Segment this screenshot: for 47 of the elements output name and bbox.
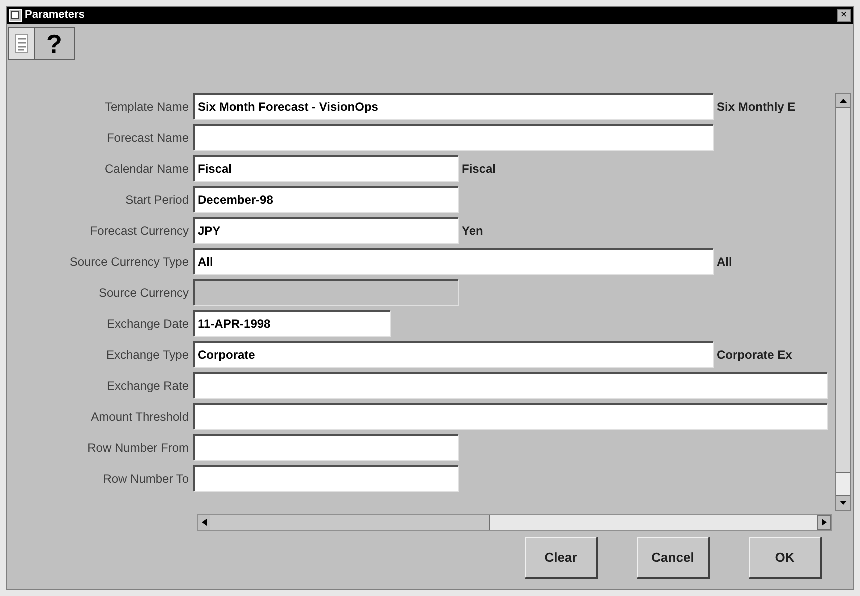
field-description: All (717, 254, 732, 270)
field-label: Source Currency Type (68, 254, 190, 270)
field-label: Amount Threshold (90, 408, 190, 426)
list-icon (14, 34, 28, 54)
field-label: Start Period (124, 192, 190, 208)
field-label: Calendar Name (104, 160, 190, 178)
text-field[interactable]: Six Month Forecast - VisionOps (193, 93, 714, 120)
field-label: Forecast Name (106, 130, 190, 146)
up-arrow-icon (840, 98, 846, 102)
text-field[interactable] (193, 403, 828, 430)
field-label: Forecast Currency (89, 222, 190, 240)
dialog-button[interactable]: OK (749, 537, 822, 579)
close-button[interactable]: × (837, 9, 851, 22)
field-label: Exchange Rate (106, 378, 190, 394)
text-field[interactable] (193, 434, 459, 461)
scrollbar-thumb[interactable] (210, 515, 490, 530)
text-field[interactable]: JPY (193, 217, 459, 244)
dialog-button[interactable]: Cancel (637, 537, 710, 579)
field-label: Exchange Type (105, 346, 190, 364)
horizontal-scrollbar[interactable] (197, 514, 832, 531)
field-label: Row Number From (86, 440, 190, 456)
field-label: Exchange Date (106, 316, 190, 332)
window-title: Parameters (25, 10, 85, 21)
field-description: Yen (462, 222, 484, 240)
text-field[interactable]: Corporate (193, 341, 714, 368)
field-label: Row Number To (102, 470, 190, 488)
window-icon (9, 9, 22, 22)
text-field[interactable] (193, 124, 714, 151)
text-field[interactable]: December-98 (193, 186, 459, 213)
text-field[interactable] (193, 465, 459, 492)
help-button[interactable]: ? (35, 27, 75, 60)
text-field[interactable]: 11-APR-1998 (193, 310, 391, 337)
right-arrow-icon (822, 519, 826, 526)
down-arrow-icon (840, 501, 846, 505)
field-description: Fiscal (462, 160, 496, 178)
scrollbar-thumb[interactable] (836, 472, 850, 496)
text-field[interactable] (193, 372, 828, 399)
field-label: Template Name (104, 98, 190, 116)
text-field[interactable]: Fiscal (193, 155, 459, 182)
list-tool-button[interactable] (8, 27, 35, 60)
field-description: Corporate Ex (717, 346, 792, 364)
field-description: Six Monthly E (717, 98, 796, 116)
text-field[interactable]: All (193, 248, 714, 275)
field-label: Source Currency (98, 284, 190, 302)
dialog-button[interactable]: Clear (525, 537, 598, 579)
vertical-scrollbar[interactable] (835, 93, 851, 511)
left-arrow-icon (202, 519, 206, 526)
